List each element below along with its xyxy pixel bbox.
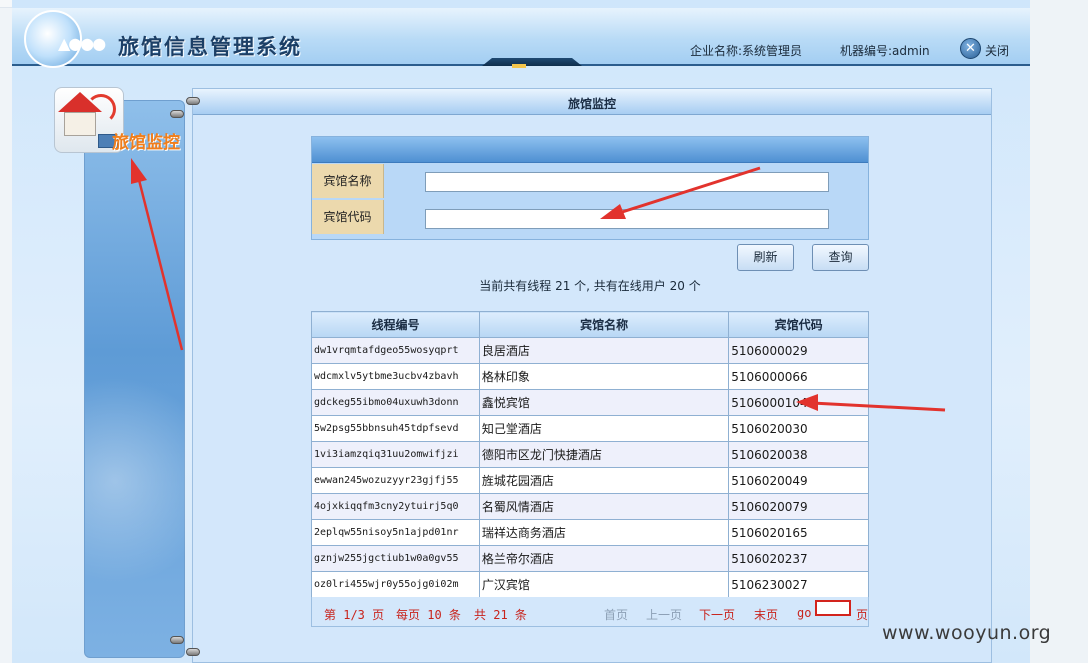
hotel-name-cell: 知己堂酒店 <box>478 415 730 442</box>
panel-title: 旅馆监控 <box>567 97 616 111</box>
thread-id-cell: 4ojxkiqqfm3cny2ytuirj5q0 <box>311 493 480 520</box>
pin-icon <box>186 648 200 656</box>
hotel-name-cell: 德阳市区龙门快捷酒店 <box>478 441 730 468</box>
sidebar-decoration <box>85 351 185 611</box>
thread-table: 线程编号 宾馆名称 宾馆代码 dw1vrqmtafdgeo55wosyqprt … <box>311 311 869 598</box>
hotel-name-cell: 格林印象 <box>478 363 730 390</box>
search-form-header <box>312 137 868 163</box>
hotel-name-cell: 格兰帝尔酒店 <box>478 545 730 572</box>
per-page-info: 每页 10 条 <box>396 608 461 622</box>
prev-page-link[interactable]: 上一页 <box>646 606 682 623</box>
machine-id-label: 机器编号:admin <box>840 44 930 58</box>
hotel-name-cell: 广汉宾馆 <box>478 571 730 598</box>
people-logo-icon: ▲●●● <box>58 34 106 53</box>
hotel-code-cell: 5106230027 <box>728 571 869 598</box>
hotel-code-cell: 5106020049 <box>728 467 869 494</box>
first-page-link[interactable]: 首页 <box>604 606 628 623</box>
hotel-name-cell: 名蜀风情酒店 <box>478 493 730 520</box>
column-header-hotel-name: 宾馆名称 <box>478 311 730 338</box>
thread-id-cell: wdcmxlv5ytbme3ucbv4zbavh <box>311 363 480 390</box>
pin-icon <box>170 636 184 644</box>
hotel-name-cell: 良居酒店 <box>478 337 730 364</box>
hotel-code-cell: 5106000104 <box>728 389 869 416</box>
hotel-code-input[interactable] <box>425 209 829 229</box>
table-row[interactable]: ewwan245wozuzyyr23gjfj55 旌城花园酒店 51060200… <box>311 467 869 494</box>
hotel-code-label: 宾馆代码 <box>312 200 384 234</box>
close-button[interactable]: 关闭 <box>985 42 1009 59</box>
hotel-name-cell: 旌城花园酒店 <box>478 467 730 494</box>
column-header-thread-id: 线程编号 <box>311 311 480 338</box>
last-page-link[interactable]: 末页 <box>754 606 778 623</box>
pin-icon <box>170 110 184 118</box>
go-page-input[interactable] <box>815 600 851 616</box>
system-title: 旅馆信息管理系统 <box>118 35 302 59</box>
hotel-code-cell: 5106020038 <box>728 441 869 468</box>
search-form: 宾馆名称 宾馆代码 <box>311 136 869 240</box>
hotel-name-input[interactable] <box>425 172 829 192</box>
table-row[interactable]: 4ojxkiqqfm3cny2ytuirj5q0 名蜀风情酒店 51060200… <box>311 493 869 520</box>
header-notch-dot <box>512 64 526 68</box>
signal-wave-icon <box>86 94 116 124</box>
hotel-code-cell: 5106000066 <box>728 363 869 390</box>
online-status-text: 当前共有线程 21 个, 共有在线用户 20 个 <box>479 279 701 293</box>
hotel-code-cell: 5106020165 <box>728 519 869 546</box>
hotel-name-label: 宾馆名称 <box>312 164 384 198</box>
thread-id-cell: gznjw255jgctiub1w0a0gv55 <box>311 545 480 572</box>
table-row[interactable]: wdcmxlv5ytbme3ucbv4zbavh 格林印象 5106000066 <box>311 363 869 390</box>
sidebar <box>84 100 185 658</box>
thread-id-cell: oz0lri455wjr0y55ojg0i02m <box>311 571 480 598</box>
panel-title-bar: 旅馆监控 <box>193 89 991 115</box>
pagination-bar: 第 1/3 页 每页 10 条 共 21 条 首页 上一页 下一页 末页 go … <box>311 597 869 627</box>
table-row[interactable]: 1vi3iamzqiq31uu2omwifjzi 德阳市区龙门快捷酒店 5106… <box>311 441 869 468</box>
watermark: www.wooyun.org <box>882 622 1052 644</box>
table-row[interactable]: oz0lri455wjr0y55ojg0i02m 广汉宾馆 5106230027 <box>311 571 869 598</box>
next-page-link[interactable]: 下一页 <box>699 606 735 623</box>
hotel-code-cell: 5106020079 <box>728 493 869 520</box>
page-info: 第 1/3 页 <box>324 608 385 622</box>
company-name-label: 企业名称:系统管理员 <box>690 44 803 58</box>
close-icon[interactable]: ✕ <box>960 38 981 59</box>
table-row[interactable]: gdckeg55ibmo04uxuwh3donn 鑫悦宾馆 5106000104 <box>311 389 869 416</box>
thread-id-cell: dw1vrqmtafdgeo55wosyqprt <box>311 337 480 364</box>
table-row[interactable]: 2eplqw55nisoy5n1ajpd01nr 瑞祥达商务酒店 5106020… <box>311 519 869 546</box>
total-count: 共 21 条 <box>474 608 527 622</box>
thread-id-cell: gdckeg55ibmo04uxuwh3donn <box>311 389 480 416</box>
pin-icon <box>186 97 200 105</box>
hotel-name-cell: 瑞祥达商务酒店 <box>478 519 730 546</box>
table-header-row: 线程编号 宾馆名称 宾馆代码 <box>311 311 869 338</box>
table-row[interactable]: 5w2psg55bbnsuh45tdpfsevd 知己堂酒店 510602003… <box>311 415 869 442</box>
thread-id-cell: 1vi3iamzqiq31uu2omwifjzi <box>311 441 480 468</box>
thread-id-cell: 2eplqw55nisoy5n1ajpd01nr <box>311 519 480 546</box>
go-label: go <box>797 606 812 620</box>
thread-id-cell: 5w2psg55bbnsuh45tdpfsevd <box>311 415 480 442</box>
hotel-code-cell: 5106000029 <box>728 337 869 364</box>
table-row[interactable]: gznjw255jgctiub1w0a0gv55 格兰帝尔酒店 51060202… <box>311 545 869 572</box>
sidebar-item-hotel-monitor[interactable]: 旅馆监控 <box>112 128 180 153</box>
query-button[interactable]: 查询 <box>812 244 869 271</box>
hotel-code-cell: 5106020237 <box>728 545 869 572</box>
column-header-hotel-code: 宾馆代码 <box>728 311 869 338</box>
hotel-name-cell: 鑫悦宾馆 <box>478 389 730 416</box>
refresh-button[interactable]: 刷新 <box>737 244 794 271</box>
thread-id-cell: ewwan245wozuzyyr23gjfj55 <box>311 467 480 494</box>
hotel-code-cell: 5106020030 <box>728 415 869 442</box>
table-row[interactable]: dw1vrqmtafdgeo55wosyqprt 良居酒店 5106000029 <box>311 337 869 364</box>
right-gutter <box>1030 0 1088 663</box>
header-notch <box>482 58 582 66</box>
page-suffix-label: 页 <box>856 608 869 622</box>
app-header: ▲●●● 旅馆信息管理系统 企业名称:系统管理员 机器编号:admin ✕ 关闭 <box>12 8 1030 68</box>
